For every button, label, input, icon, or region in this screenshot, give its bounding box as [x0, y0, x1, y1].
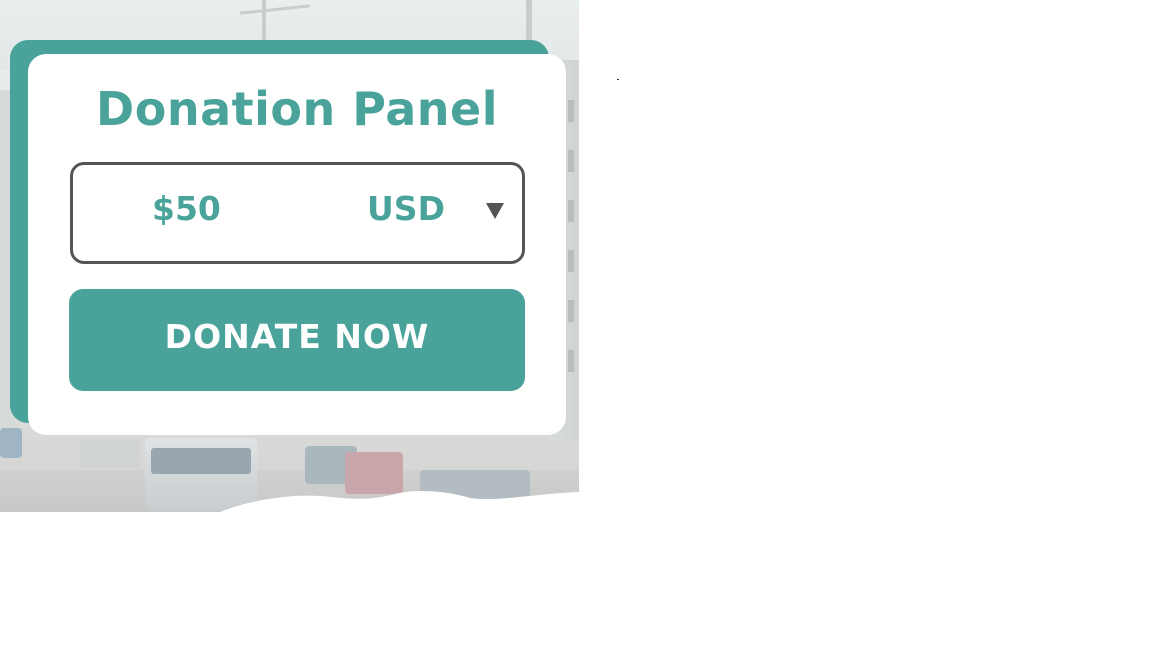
page: Donation Panel $50 USD DONATE NOW: [0, 0, 1152, 648]
stray-dot: [617, 79, 619, 80]
panel-title: Donation Panel: [96, 82, 498, 136]
caret-down-icon[interactable]: [486, 203, 504, 219]
amount-selector[interactable]: $50 USD: [70, 162, 525, 264]
donate-now-button[interactable]: DONATE NOW: [69, 289, 525, 391]
amount-value[interactable]: $50: [152, 189, 221, 228]
torn-edge: [0, 491, 579, 512]
currency-select[interactable]: USD: [367, 189, 445, 228]
